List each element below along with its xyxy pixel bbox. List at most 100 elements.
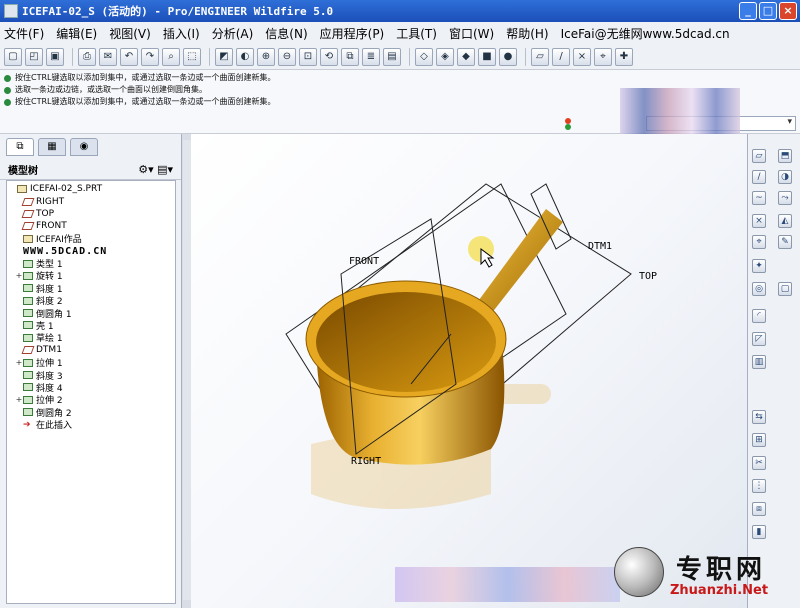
- trim-tool-icon[interactable]: ✂: [752, 456, 766, 470]
- tree-node-label: 倒圆角 1: [36, 309, 72, 320]
- find-icon[interactable]: ⌕: [162, 47, 180, 66]
- sweep-tool-icon[interactable]: ⤳: [778, 191, 792, 205]
- tree-node[interactable]: 壳 1: [7, 319, 175, 332]
- datum-point-tool-icon[interactable]: ×: [752, 214, 766, 228]
- tree-node[interactable]: 倒圆角 2: [7, 406, 175, 419]
- menu-info[interactable]: 信息(N): [265, 25, 307, 42]
- extrude-tool-icon[interactable]: ⬒: [778, 149, 792, 163]
- layers-icon[interactable]: ≣: [362, 47, 380, 66]
- menu-insert[interactable]: 插入(I): [163, 25, 200, 42]
- email-icon[interactable]: ✉: [99, 47, 117, 66]
- menu-tools[interactable]: 工具(T): [396, 25, 437, 42]
- offset-tool-icon[interactable]: ⧈: [752, 502, 766, 516]
- pot-interior[interactable]: [316, 292, 496, 392]
- round-tool-icon[interactable]: ◜: [752, 309, 766, 323]
- tree-settings-icon[interactable]: ⚙▾ ▤▾: [138, 163, 173, 176]
- expand-toggle-icon[interactable]: +: [15, 358, 23, 367]
- csys-toggle-icon[interactable]: ⌖: [594, 47, 612, 66]
- select-box-icon[interactable]: ⬚: [183, 47, 201, 66]
- zoom-out-icon[interactable]: ⊖: [278, 47, 296, 66]
- tree-node[interactable]: 草绘 1: [7, 332, 175, 344]
- tree-node[interactable]: 斜度 4: [7, 381, 175, 394]
- tab-favorites[interactable]: ◉: [70, 138, 98, 156]
- info-icon: [4, 74, 11, 82]
- saved-views-icon[interactable]: ⧉: [341, 47, 359, 66]
- pattern-tool-icon[interactable]: ⋮: [752, 479, 766, 493]
- menu-window[interactable]: 窗口(W): [449, 25, 494, 42]
- view-manager-icon[interactable]: ▤: [383, 47, 401, 66]
- repaint-icon[interactable]: ◩: [215, 47, 233, 66]
- draft-tool-icon[interactable]: ◸: [752, 332, 766, 346]
- tree-node[interactable]: 类型 1: [7, 257, 175, 270]
- datum-curve-tool-icon[interactable]: ~: [752, 191, 766, 205]
- tab-model-tree[interactable]: ⧉: [6, 138, 34, 156]
- tree-node[interactable]: ICEFAI作品: [7, 233, 175, 245]
- revolve-tool-icon[interactable]: ◑: [778, 170, 792, 184]
- mirror-tool-icon[interactable]: ⇆: [752, 410, 766, 424]
- datum-axis-tool-icon[interactable]: /: [752, 170, 766, 184]
- enhanced-realism-icon[interactable]: ●: [499, 47, 517, 66]
- menu-applications[interactable]: 应用程序(P): [320, 25, 385, 42]
- datum-axis-toggle-icon[interactable]: /: [552, 47, 570, 66]
- insert-arrow-icon: ➔: [23, 419, 31, 430]
- annotation-toggle-icon[interactable]: ✚: [615, 47, 633, 66]
- tree-node[interactable]: TOP: [7, 208, 175, 220]
- no-hidden-icon[interactable]: ◆: [457, 47, 475, 66]
- close-button[interactable]: ×: [779, 2, 797, 20]
- toolbar-separator: [72, 47, 73, 66]
- tree-node[interactable]: + 拉伸 1: [7, 356, 175, 369]
- menu-help[interactable]: 帮助(H): [506, 25, 548, 42]
- minimize-button[interactable]: _: [739, 2, 757, 20]
- expand-toggle-icon[interactable]: +: [15, 271, 23, 280]
- menu-edit[interactable]: 编辑(E): [56, 25, 97, 42]
- save-icon[interactable]: ▣: [46, 47, 64, 66]
- maximize-button[interactable]: □: [759, 2, 777, 20]
- tree-node[interactable]: + 拉伸 2: [7, 394, 175, 406]
- tree-node[interactable]: 斜度 2: [7, 295, 175, 307]
- shell-tool-icon[interactable]: ▢: [778, 282, 792, 296]
- tree-node[interactable]: ➔ 在此插入: [7, 418, 175, 431]
- tree-node[interactable]: RIGHT: [7, 195, 175, 207]
- menu-file[interactable]: 文件(F): [4, 25, 44, 42]
- title-bar: ICEFAI-02_S (活动的) - Pro/ENGINEER Wildfir…: [0, 0, 800, 22]
- tab-folder-browser[interactable]: ▦: [38, 138, 66, 156]
- merge-tool-icon[interactable]: ⊞: [752, 433, 766, 447]
- open-file-icon[interactable]: ◰: [25, 47, 43, 66]
- expand-toggle-icon[interactable]: +: [15, 395, 23, 404]
- sketch-tool-icon[interactable]: ✎: [778, 235, 792, 249]
- tree-node[interactable]: FRONT: [7, 220, 175, 232]
- spin-center-icon[interactable]: ◐: [236, 47, 254, 66]
- reorient-icon[interactable]: ⟲: [320, 47, 338, 66]
- label-front: FRONT: [349, 256, 379, 267]
- tree-node[interactable]: ICEFAI-02_S.PRT: [7, 183, 175, 195]
- zoom-in-icon[interactable]: ⊕: [257, 47, 275, 66]
- new-file-icon[interactable]: ▢: [4, 47, 22, 66]
- hidden-line-icon[interactable]: ◈: [436, 47, 454, 66]
- datum-point-toggle-icon[interactable]: ×: [573, 47, 591, 66]
- tree-node[interactable]: + 旋转 1: [7, 270, 175, 282]
- hole-tool-icon[interactable]: ◎: [752, 282, 766, 296]
- blend-tool-icon[interactable]: ◭: [778, 214, 792, 228]
- refit-icon[interactable]: ⊡: [299, 47, 317, 66]
- shading-icon[interactable]: ■: [478, 47, 496, 66]
- tree-node[interactable]: WWW.5DCAD.CN: [7, 245, 175, 257]
- analysis-tool-icon[interactable]: ✦: [752, 259, 766, 273]
- tree-node[interactable]: 斜度 1: [7, 282, 175, 295]
- menu-view[interactable]: 视图(V): [109, 25, 151, 42]
- site-watermark: 专职网 Zhuanzhi.Net: [610, 535, 800, 608]
- tree-node[interactable]: 倒圆角 1: [7, 307, 175, 320]
- undo-icon[interactable]: ↶: [120, 47, 138, 66]
- menu-analysis[interactable]: 分析(A): [212, 25, 254, 42]
- csys-tool-icon[interactable]: ⌖: [752, 235, 766, 249]
- main-toolbar: ▢ ◰ ▣ ⎙ ✉ ↶ ↷ ⌕ ⬚ ◩ ◐ ⊕ ⊖ ⊡ ⟲ ⧉ ≣ ▤ ◇ ◈ …: [0, 44, 800, 70]
- rib-tool-icon[interactable]: ▥: [752, 355, 766, 369]
- tree-node[interactable]: 斜度 3: [7, 369, 175, 382]
- wireframe-icon[interactable]: ◇: [415, 47, 433, 66]
- panel-resize-handle[interactable]: [183, 140, 191, 600]
- datum-plane-tool-icon[interactable]: ▱: [752, 149, 766, 163]
- redo-icon[interactable]: ↷: [141, 47, 159, 66]
- datum-plane-toggle-icon[interactable]: ▱: [531, 47, 549, 66]
- tree-node[interactable]: DTM1: [7, 344, 175, 356]
- print-icon[interactable]: ⎙: [78, 47, 96, 66]
- label-right: RIGHT: [351, 456, 381, 467]
